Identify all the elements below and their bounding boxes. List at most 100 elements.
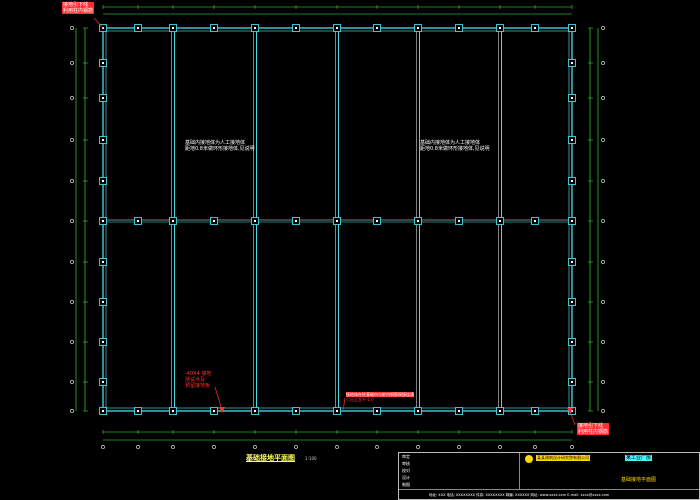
- left-dimension-lines: [75, 28, 86, 411]
- column-right-10-core: [571, 381, 573, 383]
- grid-note-right-line2: 距地0.8米做环形接地体,见说明: [420, 146, 490, 152]
- column-mid-10-core: [458, 220, 460, 222]
- column-mid-11-core: [499, 220, 501, 222]
- column-left-8-core: [102, 301, 104, 303]
- footer-divider: [399, 489, 699, 490]
- axis-bubble-right-7: [601, 260, 605, 264]
- company-logo: [525, 455, 533, 463]
- row-approved: 审定: [402, 454, 410, 459]
- title-block: 审定 审核 校对 设计 制图 某某建筑设计研究院有限公司 某工业厂房 基础接地平…: [398, 452, 700, 500]
- test-point-note: -40X4 接地 测试点及 预留接地板: [185, 371, 211, 389]
- column-top-13-core: [571, 27, 573, 29]
- column-bottom-8-core: [376, 410, 378, 412]
- column-top-11-core: [499, 27, 501, 29]
- sheet-title: 基础接地平面图: [621, 477, 657, 483]
- column-right-2-core: [571, 62, 573, 64]
- column-right-5-core: [571, 180, 573, 182]
- column-left-5-core: [102, 180, 104, 182]
- axis-bubble-right-3: [601, 96, 605, 100]
- axis-bubble-bottom-13: [570, 445, 574, 449]
- column-bottom-12-core: [534, 410, 536, 412]
- axis-bubbles: [70, 5, 605, 449]
- bottom-right-note: 接地引下线 利用柱内钢筋: [577, 423, 610, 435]
- axis-bubble-right-1: [601, 26, 605, 30]
- column-top-7-core: [336, 27, 338, 29]
- column-markers: [99, 24, 576, 415]
- axis-bubble-left-3: [70, 96, 74, 100]
- row-drawn: 制图: [402, 482, 410, 487]
- column-right-8-core: [571, 301, 573, 303]
- axis-bubble-bottom-8: [375, 445, 379, 449]
- column-right-4-core: [571, 139, 573, 141]
- axis-bubble-right-4: [601, 138, 605, 142]
- axis-bubble-left-4: [70, 138, 74, 142]
- column-mid-8-core: [376, 220, 378, 222]
- column-left-9-core: [102, 341, 104, 343]
- row-reviewed: 审核: [402, 461, 410, 466]
- column-top-3-core: [172, 27, 174, 29]
- grid-note-left-line2: 距地0.8米做环形接地体,见说明: [185, 146, 255, 152]
- axis-bubble-bottom-10: [457, 445, 461, 449]
- column-mid-13-core: [571, 220, 573, 222]
- column-bottom-10-core: [458, 410, 460, 412]
- axis-bubble-right-5: [601, 179, 605, 183]
- column-top-12-core: [534, 27, 536, 29]
- column-left-2-core: [102, 62, 104, 64]
- axis-bubble-left-11: [70, 409, 74, 413]
- column-mid-5-core: [254, 220, 256, 222]
- column-right-9-core: [571, 341, 573, 343]
- column-right-3-core: [571, 97, 573, 99]
- axis-bubble-right-8: [601, 300, 605, 304]
- column-mid-6-core: [295, 220, 297, 222]
- top-left-note: 接地引下线 利用柱内钢筋: [62, 2, 95, 14]
- drawing-title: 基础接地平面图: [246, 454, 295, 462]
- bottom-right-note-line2: 利用柱内钢筋: [578, 429, 609, 435]
- axis-bubble-left-10: [70, 380, 74, 384]
- column-mid-12-core: [534, 220, 536, 222]
- column-left-10-core: [102, 381, 104, 383]
- axis-bubble-bottom-7: [335, 445, 339, 449]
- axis-bubble-right-6: [601, 219, 605, 223]
- column-left-3-core: [102, 97, 104, 99]
- column-top-4-core: [213, 27, 215, 29]
- column-mid-2-core: [137, 220, 139, 222]
- axis-bubble-bottom-6: [294, 445, 298, 449]
- column-bottom-6-core: [295, 410, 297, 412]
- axis-bubble-bottom-11: [498, 445, 502, 449]
- row-checked: 校对: [402, 468, 410, 473]
- column-bottom-9-core: [417, 410, 419, 412]
- column-top-10-core: [458, 27, 460, 29]
- top-dimension-lines: [103, 6, 572, 15]
- axis-bubble-bottom-4: [212, 445, 216, 449]
- grid-note-left: 基础内接地体为人工接地体 距地0.8米做环形接地体,见说明: [185, 140, 255, 152]
- axis-bubble-left-5: [70, 179, 74, 183]
- bottom-dimension-lines: [103, 431, 572, 441]
- column-mid-4-core: [213, 220, 215, 222]
- top-left-note-line2: 利用柱内钢筋: [63, 8, 94, 14]
- bottom-center-note-line2: 引出至室外-1.0: [346, 397, 374, 402]
- company-contact-footer: 地址: XXX 电话: XXXXXXXX 传真: XXXXXXXX 邮编: XX…: [429, 493, 610, 497]
- axis-bubble-left-9: [70, 340, 74, 344]
- axis-bubble-bottom-12: [533, 445, 537, 449]
- project-name: 某工业厂房: [625, 455, 653, 461]
- column-bottom-2-core: [137, 410, 139, 412]
- axis-bubble-bottom-2: [136, 445, 140, 449]
- drawing-scale: 1:100: [305, 456, 317, 461]
- column-mid-7-core: [336, 220, 338, 222]
- column-bottom-5-core: [254, 410, 256, 412]
- axis-bubble-left-6: [70, 219, 74, 223]
- axis-bubble-right-2: [601, 61, 605, 65]
- grid-note-right: 基础内接地体为人工接地体 距地0.8米做环形接地体,见说明: [420, 140, 490, 152]
- column-top-5-core: [254, 27, 256, 29]
- column-left-7-core: [102, 261, 104, 263]
- signature-table: 审定 审核 校对 设计 制图: [399, 453, 520, 489]
- right-dimension-lines: [589, 28, 599, 411]
- axis-bubble-bottom-3: [171, 445, 175, 449]
- row-designed: 设计: [402, 475, 410, 480]
- axis-bubble-right-9: [601, 340, 605, 344]
- axis-bubble-left-1: [70, 26, 74, 30]
- axis-bubble-left-2: [70, 61, 74, 65]
- axis-bubble-left-7: [70, 260, 74, 264]
- column-left-4-core: [102, 139, 104, 141]
- column-mid-3-core: [172, 220, 174, 222]
